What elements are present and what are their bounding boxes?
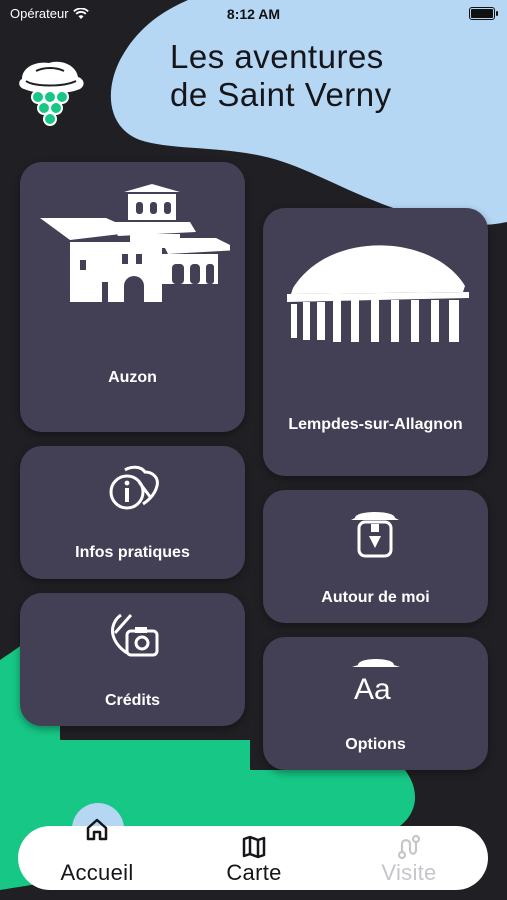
battery-icon (469, 7, 498, 20)
camera-hat-icon (111, 613, 159, 657)
tab-carte-label: Carte (226, 860, 282, 885)
card-credits-label: Crédits (104, 692, 161, 709)
card-options-label: Options (345, 736, 406, 753)
card-infos-label: Infos pratiques (75, 544, 190, 561)
status-time: 8:12 AM (226, 6, 281, 22)
bottom-tab-bar: Accueil Carte Visite (18, 818, 488, 890)
route-icon (397, 834, 421, 860)
card-lempdes[interactable]: Lempdes-sur-Allagnon (263, 208, 488, 476)
card-lempdes-label: Lempdes-sur-Allagnon (288, 416, 463, 433)
card-auzon-label: Auzon (108, 369, 157, 386)
grape-hat-logo (19, 61, 84, 126)
svg-text:Aa: Aa (354, 673, 391, 705)
card-credits[interactable]: Crédits (20, 593, 245, 726)
tab-accueil[interactable]: Accueil (37, 818, 157, 890)
rotunda-building-icon (287, 245, 469, 342)
page-title: Les aventures de Saint Verny (170, 38, 490, 114)
card-autour[interactable]: Autour de moi (263, 490, 488, 623)
info-hat-icon (109, 465, 159, 510)
card-autour-label: Autour de moi (321, 589, 430, 606)
card-options[interactable]: Aa Options (263, 637, 488, 770)
tab-visite-label: Visite (381, 860, 437, 885)
tab-visite[interactable]: Visite (349, 826, 469, 890)
home-icon (86, 818, 108, 841)
tab-accueil-label: Accueil (60, 860, 134, 885)
card-auzon[interactable]: Auzon (20, 162, 245, 432)
tab-carte[interactable]: Carte (194, 826, 314, 890)
page-title-line2: de Saint Verny (170, 76, 392, 113)
auzon-village-icon (40, 184, 230, 302)
status-bar: Opérateur 8:12 AM (0, 0, 507, 28)
map-icon (242, 835, 266, 859)
page-title-line1: Les aventures (170, 38, 384, 75)
card-infos[interactable]: Infos pratiques (20, 446, 245, 579)
text-size-hat-icon: Aa (352, 659, 400, 705)
person-hat-icon (351, 512, 399, 558)
